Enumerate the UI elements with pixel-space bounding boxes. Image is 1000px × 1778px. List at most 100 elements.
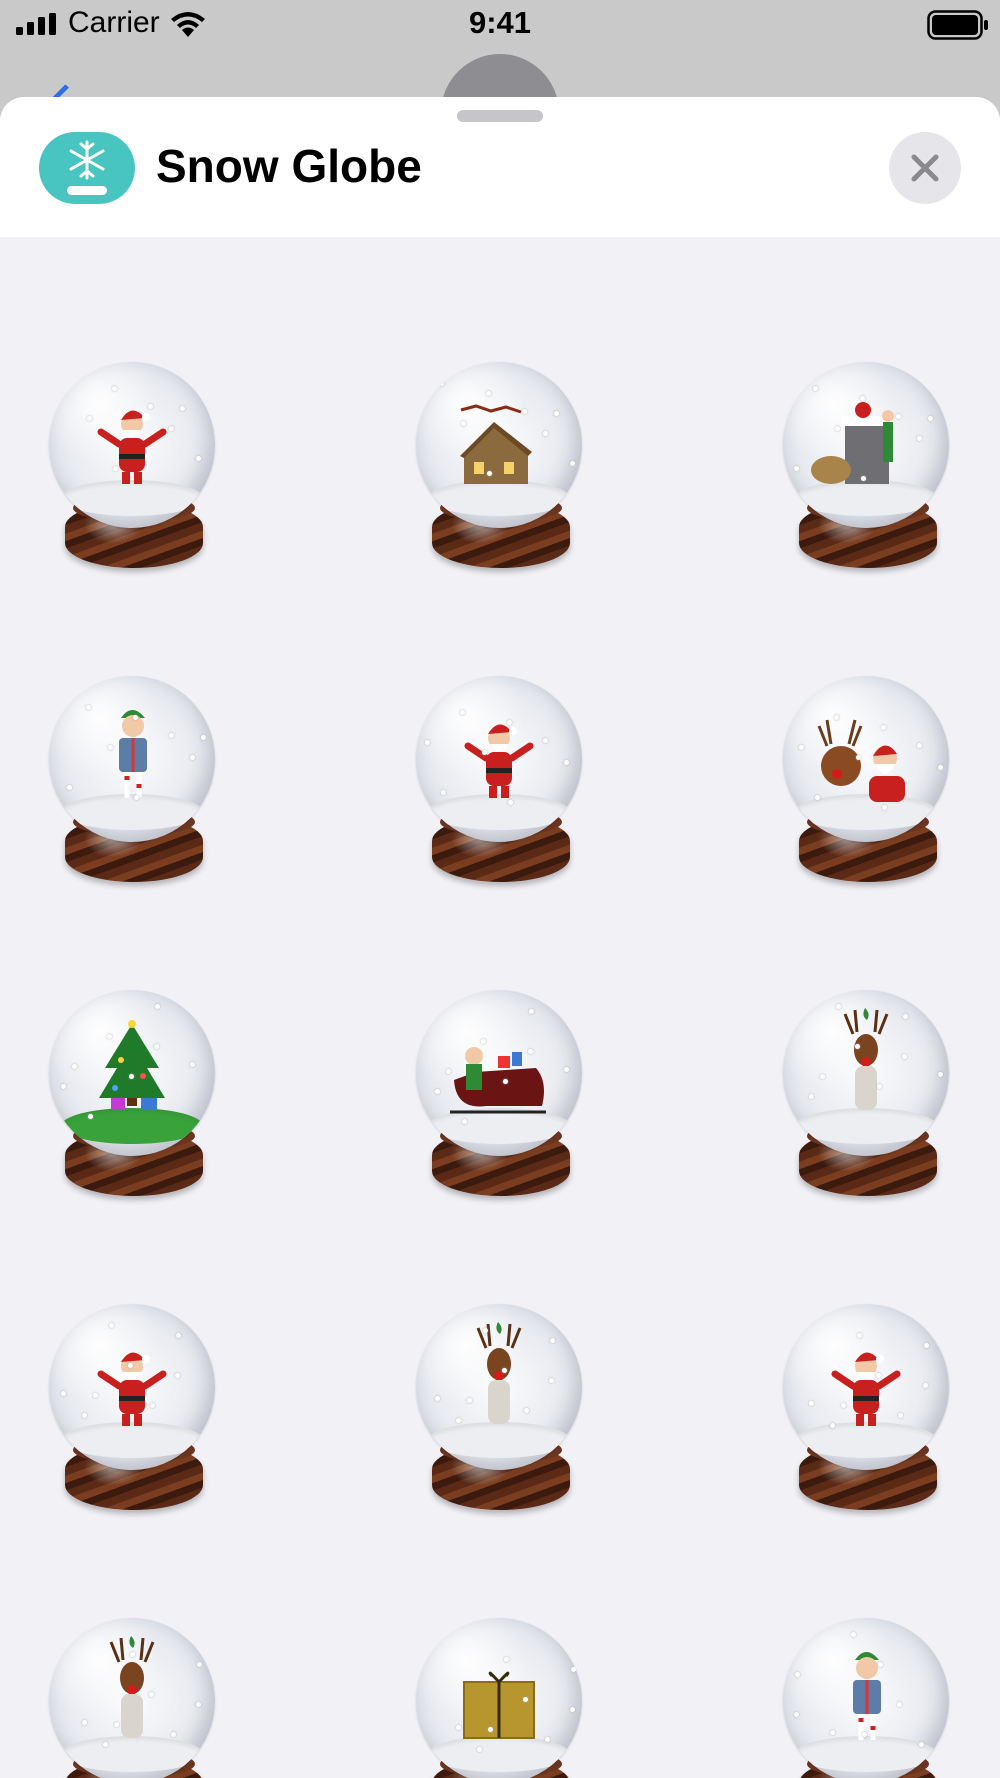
snowflake-fleck <box>169 733 174 738</box>
snowflake-fleck <box>543 738 548 743</box>
snowflake-fleck <box>488 1727 493 1732</box>
sticker-sleigh-over-house-globe[interactable] <box>416 362 586 568</box>
close-button[interactable] <box>889 132 961 204</box>
snowflake-fleck <box>180 406 185 411</box>
snowflake-fleck <box>86 705 91 710</box>
snowflake-fleck <box>841 1403 846 1408</box>
elf-figure <box>853 1652 881 1740</box>
gift-figure <box>463 1671 535 1739</box>
santa-figure <box>97 1352 167 1426</box>
snowflake-fleck <box>834 715 839 720</box>
glass-globe <box>416 990 582 1156</box>
sticker-elf-sleigh-globe[interactable] <box>416 990 586 1196</box>
snowflake-fleck <box>836 1004 841 1009</box>
sticker-gift-thank-you-globe[interactable] <box>416 1618 586 1778</box>
snowflake-fleck <box>155 1004 160 1009</box>
sheet-header: Snow Globe <box>0 97 1000 237</box>
snowflake-fleck <box>456 1418 461 1423</box>
snowflake-fleck <box>114 1722 119 1727</box>
sleigh-figure <box>450 1047 546 1114</box>
snowflake-fleck <box>820 1074 825 1079</box>
chimney-figure <box>811 402 894 484</box>
sticker-grid <box>0 237 1000 1778</box>
snowflake-fleck <box>529 1009 534 1014</box>
snowflake-fleck <box>508 800 513 805</box>
snowflake-fleck <box>175 1373 180 1378</box>
snowflake-fleck <box>107 1034 112 1039</box>
sticker-elf-with-gift-globe[interactable] <box>49 676 219 882</box>
snowflake-fleck <box>877 1084 882 1089</box>
sticker-santa-happy-holidays-globe[interactable] <box>783 1304 953 1510</box>
snowflake-fleck <box>815 795 820 800</box>
sticker-reindeer-happy-holidays-globe[interactable] <box>49 1618 219 1778</box>
snowflake-fleck <box>522 409 527 414</box>
sticker-sheet: Snow Globe <box>0 97 1000 1778</box>
sticker-reindeer-merry-christmas-globe[interactable] <box>416 1304 586 1510</box>
snowflake-fleck <box>898 1413 903 1418</box>
reindeer-figure <box>843 1008 889 1110</box>
battery-icon <box>927 10 988 40</box>
snowflake-fleck <box>460 710 465 715</box>
glass-globe <box>416 1304 582 1470</box>
snowflake-fleck <box>857 1333 862 1338</box>
sticker-reindeer-mistletoe-globe[interactable] <box>783 990 953 1196</box>
snowflake-fleck <box>425 740 430 745</box>
sticker-christmas-tree-globe[interactable] <box>49 990 219 1196</box>
reindeer-santa-figure <box>817 719 905 802</box>
snowflake-fleck <box>487 471 492 476</box>
snowflake-fleck <box>523 1697 528 1702</box>
snowflake-fleck <box>130 1652 135 1657</box>
snowflake-fleck <box>113 466 118 471</box>
snowflake-fleck <box>190 755 195 760</box>
snowflake-fleck <box>543 431 548 436</box>
snowflake-fleck <box>481 1039 486 1044</box>
glass-globe <box>416 1618 582 1778</box>
sheet-title: Snow Globe <box>156 140 422 192</box>
snowflake-fleck <box>564 760 569 765</box>
snowflake-fleck <box>830 1423 835 1428</box>
snowflake-fleck <box>435 1089 440 1094</box>
glass-globe <box>783 676 949 842</box>
snowflake-fleck <box>902 1054 907 1059</box>
snowflake-fleck <box>896 414 901 419</box>
snowflake-fleck <box>554 411 559 416</box>
snowflake-fleck <box>483 1328 488 1333</box>
sheet-grabber[interactable] <box>457 110 543 122</box>
glass-globe <box>49 362 215 528</box>
snowflake-fleck <box>441 790 446 795</box>
snowflake-fleck <box>88 1114 93 1119</box>
snowflake-fleck <box>169 426 174 431</box>
reindeer-figure <box>476 1322 522 1424</box>
snowflake-fleck <box>72 1064 77 1069</box>
snowflake-fleck <box>148 404 153 409</box>
sticker-santa-merry-christmas-globe[interactable] <box>49 1304 219 1510</box>
glass-globe <box>783 1304 949 1470</box>
glass-globe <box>783 1618 949 1778</box>
snowflake-fleck <box>528 1049 533 1054</box>
snowflake-fleck <box>924 1343 929 1348</box>
snowflake-fleck <box>794 1712 799 1717</box>
snowflake-fleck <box>851 1632 856 1637</box>
sticker-santa-chimney-elf-globe[interactable] <box>783 362 953 568</box>
snowflake-fleck <box>882 805 887 810</box>
snowflake-fleck <box>108 745 113 750</box>
glass-globe <box>49 990 215 1156</box>
sticker-reindeer-and-santa-globe[interactable] <box>783 676 953 882</box>
snowflake-fleck <box>862 1732 867 1737</box>
close-icon <box>911 154 939 182</box>
snowflake-fleck <box>919 1742 924 1747</box>
snowflake-fleck <box>794 466 799 471</box>
sticker-santa-with-sack-globe[interactable] <box>416 676 586 882</box>
snowflake-fleck <box>571 1667 576 1672</box>
sticker-elf-thank-you-globe[interactable] <box>783 1618 953 1778</box>
snowflake-fleck <box>456 1725 461 1730</box>
snowflake-fleck <box>467 1398 472 1403</box>
snowflake-fleck <box>87 416 92 421</box>
snowflake-fleck <box>856 755 861 760</box>
snowflake-fleck <box>439 381 444 386</box>
snowflake-fleck <box>835 426 840 431</box>
snowflake-fleck <box>93 1393 98 1398</box>
snowflake-fleck <box>190 1062 195 1067</box>
sticker-santa-arms-open-globe[interactable] <box>49 362 219 568</box>
snowflake-fleck <box>477 1747 482 1752</box>
